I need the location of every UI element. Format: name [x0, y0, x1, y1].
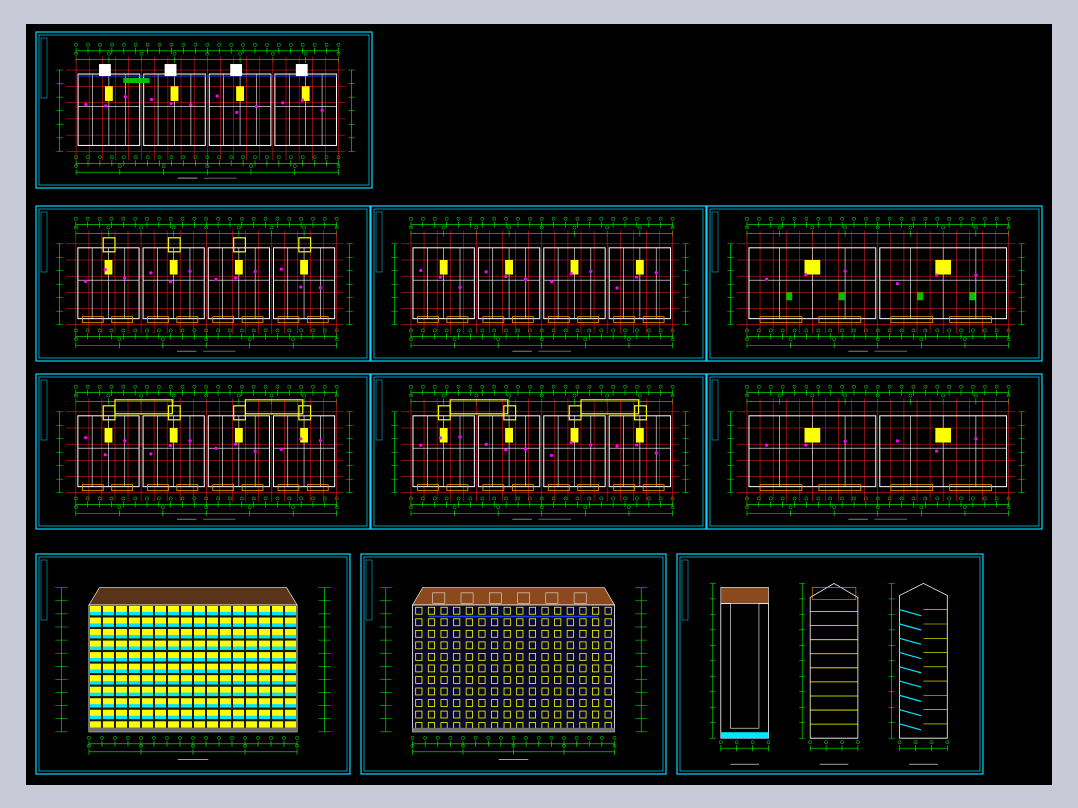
floor-plan-sheet-5[interactable] — [370, 373, 707, 530]
floor-plan-sheet-6[interactable] — [706, 373, 1043, 530]
floor-plan-sheet-3[interactable] — [706, 205, 1043, 362]
front-elevation-sheet[interactable] — [35, 553, 351, 775]
floor-plan-sheet-2[interactable] — [370, 205, 707, 362]
floor-plan-sheet-1[interactable] — [35, 205, 371, 362]
roof-plan-sheet[interactable] — [35, 31, 373, 189]
side-elevation-sheet[interactable] — [676, 553, 984, 775]
cad-drawing-canvas[interactable] — [26, 24, 1052, 785]
rear-elevation-sheet[interactable] — [360, 553, 667, 775]
drawing-sheets — [35, 31, 1043, 775]
floor-plan-sheet-4[interactable] — [35, 373, 371, 530]
